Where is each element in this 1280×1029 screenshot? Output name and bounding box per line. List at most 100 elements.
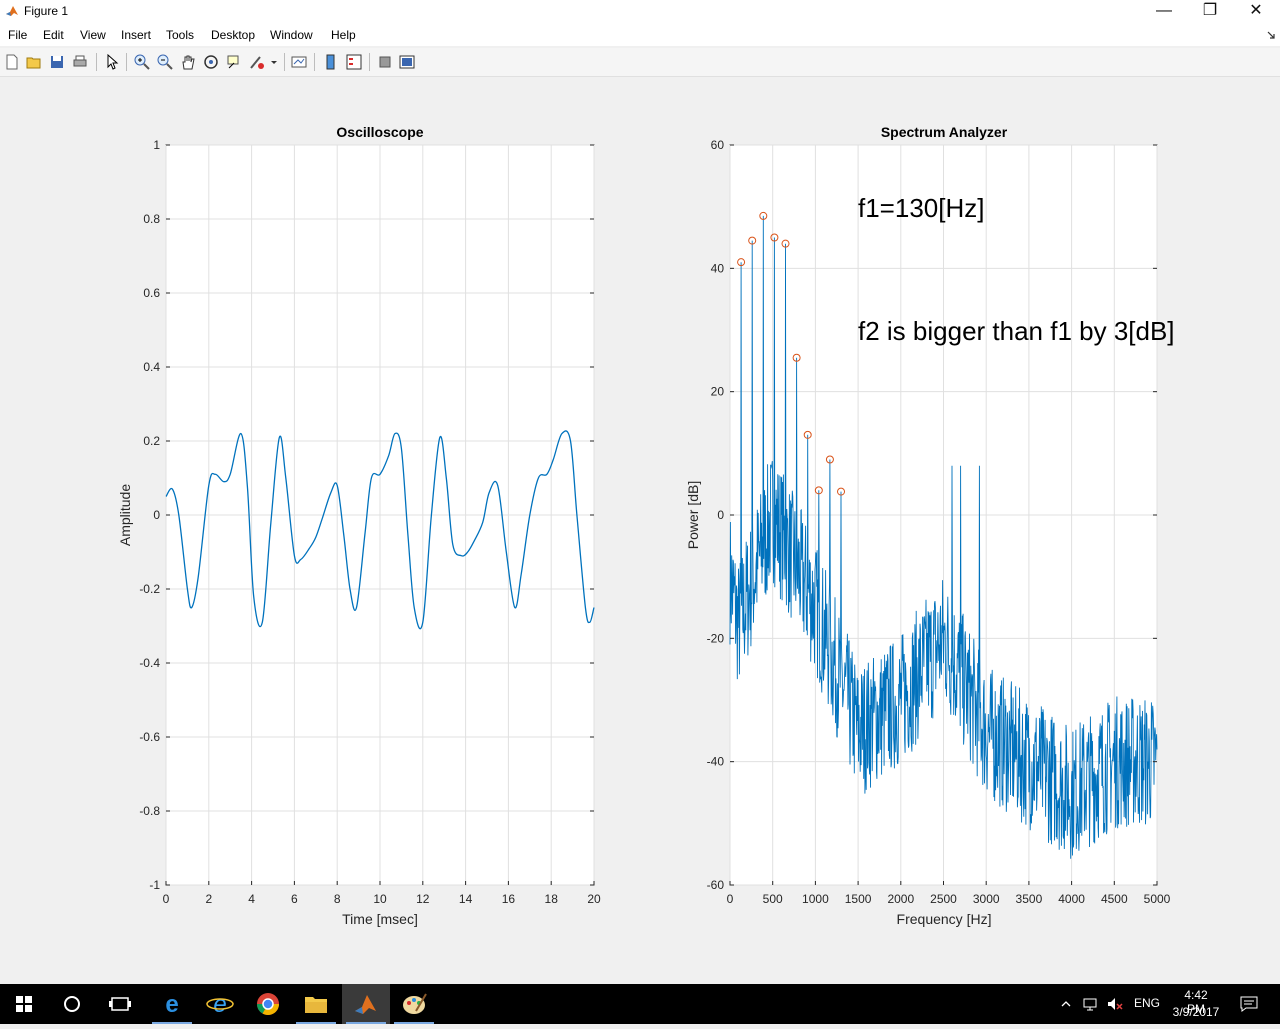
spectrum-ytick-label: 40 (711, 261, 725, 275)
oscilloscope-ytick-label: -0.6 (139, 730, 160, 744)
oscilloscope-xtick-label: 0 (163, 892, 170, 906)
oscilloscope-xtick-label: 10 (373, 892, 387, 906)
minimize-button[interactable]: — (1141, 0, 1187, 24)
restore-button[interactable]: ❐ (1187, 0, 1233, 24)
oscilloscope-ytick-label: -0.8 (139, 804, 160, 818)
oscilloscope-xtick-label: 6 (291, 892, 298, 906)
spectrum-ytick-label: -40 (707, 755, 725, 769)
window-title: Figure 1 (24, 4, 69, 18)
oscilloscope-ytick-label: 0.6 (143, 286, 160, 300)
network-icon[interactable] (1082, 996, 1098, 1012)
oscilloscope-ytick-label: 1 (153, 138, 160, 152)
menu-tools[interactable]: Tools (166, 28, 194, 42)
pan-icon[interactable] (179, 53, 197, 71)
menu-view[interactable]: View (80, 28, 106, 42)
rotate-3d-icon[interactable] (202, 53, 220, 71)
show-plot-tools-icon[interactable] (398, 53, 416, 71)
oscilloscope-ytick-label: -0.4 (139, 656, 160, 670)
spectrum-title: Spectrum Analyzer (881, 124, 1008, 140)
link-plot-icon[interactable] (290, 53, 308, 71)
oscilloscope-ytick-label: -1 (149, 878, 160, 892)
figure-toolbar (0, 48, 1280, 77)
oscilloscope-ytick-label: 0.2 (143, 434, 160, 448)
plots-svg: 0 2 4 6 8 10 12 14 16 18 20 1 0.8 0.6 0.4 0.2 0 -0.2 -0.4… (117, 124, 1175, 927)
oscilloscope-axes[interactable]: 0 2 4 6 8 10 12 14 16 18 20 1 0.8 0.6 0.4 0.2 0 -0.2 -0.4… (117, 124, 601, 927)
menu-insert[interactable]: Insert (121, 28, 151, 42)
menu-help[interactable]: Help (331, 28, 356, 42)
zoom-out-icon[interactable] (156, 53, 174, 71)
spectrum-xlabel: Frequency [Hz] (897, 911, 992, 927)
spectrum-xtick-label: 3500 (1016, 892, 1043, 906)
oscilloscope-title: Oscilloscope (336, 124, 423, 140)
menu-window[interactable]: Window (270, 28, 313, 42)
spectrum-ytick-label: 0 (717, 508, 724, 522)
print-icon[interactable] (71, 53, 89, 71)
svg-text:e: e (213, 991, 226, 1018)
annotation-f1: f1=130[Hz] (858, 193, 984, 223)
toolbar-separator (96, 53, 97, 71)
spectrum-ytick-label: -20 (707, 631, 725, 645)
spectrum-xtick-label: 1000 (802, 892, 829, 906)
oscilloscope-xtick-label: 8 (334, 892, 341, 906)
language-indicator[interactable]: ENG (1134, 996, 1160, 1010)
oscilloscope-xtick-label: 4 (248, 892, 255, 906)
volume-muted-icon[interactable] (1106, 996, 1124, 1012)
oscilloscope-ytick-label: 0.4 (143, 360, 160, 374)
internet-explorer-icon[interactable]: e (196, 984, 244, 1024)
paint-icon[interactable] (390, 984, 438, 1024)
colorbar-icon[interactable] (322, 53, 340, 71)
zoom-in-icon[interactable] (133, 53, 151, 71)
oscilloscope-xtick-label: 18 (545, 892, 559, 906)
spectrum-xtick-label: 3000 (973, 892, 1000, 906)
oscilloscope-xtick-label: 20 (587, 892, 601, 906)
new-figure-icon[interactable] (3, 53, 21, 71)
oscilloscope-xtick-label: 12 (416, 892, 430, 906)
action-center-icon[interactable] (1240, 996, 1258, 1012)
spectrum-xtick-label: 4000 (1058, 892, 1085, 906)
spectrum-xtick-label: 2500 (930, 892, 957, 906)
spectrum-ytick-label: -60 (707, 878, 725, 892)
figure-canvas: 0 2 4 6 8 10 12 14 16 18 20 1 0.8 0.6 0.4 0.2 0 -0.2 -0.4… (0, 78, 1280, 982)
spectrum-xtick-label: 0 (727, 892, 734, 906)
annotation-f2: f2 is bigger than f1 by 3[dB] (858, 316, 1175, 346)
show-hidden-icons-chevron-icon[interactable] (1060, 998, 1072, 1010)
task-view-icon[interactable] (96, 984, 144, 1024)
brush-icon[interactable] (248, 53, 266, 71)
window-titlebar: Figure 1 — ❐ ✕ (0, 0, 1280, 24)
spectrum-xtick-label: 1500 (845, 892, 872, 906)
data-cursor-icon[interactable] (225, 53, 243, 71)
dock-arrow-icon[interactable] (1266, 30, 1276, 40)
spectrum-xtick-label: 500 (763, 892, 783, 906)
menu-file[interactable]: File (8, 28, 27, 42)
edge-icon[interactable]: e (148, 984, 196, 1024)
windows-start-icon[interactable] (0, 984, 48, 1024)
legend-icon[interactable] (345, 53, 363, 71)
open-icon[interactable] (25, 53, 43, 71)
matlab-figure-icon (6, 6, 18, 16)
toolbar-separator (126, 53, 127, 71)
spectrum-axes[interactable]: 0 500 1000 1500 2000 2500 3000 3500 4000 4500 5000… (685, 124, 1175, 927)
chevron-down-icon[interactable] (270, 60, 278, 66)
hide-plot-tools-icon[interactable] (376, 53, 394, 71)
close-button[interactable]: ✕ (1233, 0, 1279, 24)
clock-date[interactable]: 3/9/2017 (1170, 1005, 1222, 1019)
matlab-icon[interactable] (342, 984, 390, 1024)
menu-edit[interactable]: Edit (43, 28, 64, 42)
pointer-icon[interactable] (103, 53, 121, 71)
toolbar-separator (284, 53, 285, 71)
search-icon[interactable] (48, 984, 96, 1024)
oscilloscope-ylabel: Amplitude (117, 484, 133, 546)
menu-desktop[interactable]: Desktop (211, 28, 255, 42)
file-explorer-icon[interactable] (292, 984, 340, 1024)
oscilloscope-xtick-label: 14 (459, 892, 473, 906)
save-icon[interactable] (48, 53, 66, 71)
oscilloscope-ytick-label: -0.2 (139, 582, 160, 596)
oscilloscope-ytick-label: 0 (153, 508, 160, 522)
menu-bar: File Edit View Insert Tools Desktop Wind… (0, 24, 1280, 46)
windows-taskbar: e e ENG 4:42 PM 3/9/2017 (0, 984, 1280, 1024)
oscilloscope-xtick-label: 16 (502, 892, 516, 906)
toolbar-separator (314, 53, 315, 71)
chrome-icon[interactable] (244, 984, 292, 1024)
spectrum-xtick-label: 2000 (887, 892, 914, 906)
toolbar-separator (369, 53, 370, 71)
